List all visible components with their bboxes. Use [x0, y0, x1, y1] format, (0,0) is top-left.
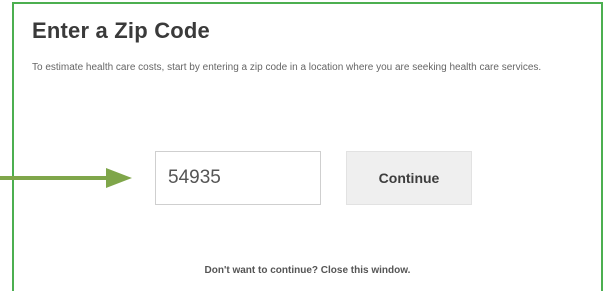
close-window-link[interactable]: Don't want to continue? Close this windo…	[14, 265, 601, 276]
zip-code-dialog: Enter a Zip Code To estimate health care…	[12, 2, 603, 291]
page: Enter a Zip Code To estimate health care…	[0, 0, 610, 291]
dialog-description: To estimate health care costs, start by …	[32, 62, 542, 73]
pointer-arrow-icon	[0, 168, 132, 188]
continue-button[interactable]: Continue	[346, 151, 472, 205]
dialog-title: Enter a Zip Code	[32, 18, 210, 43]
zip-code-input[interactable]	[155, 151, 321, 205]
